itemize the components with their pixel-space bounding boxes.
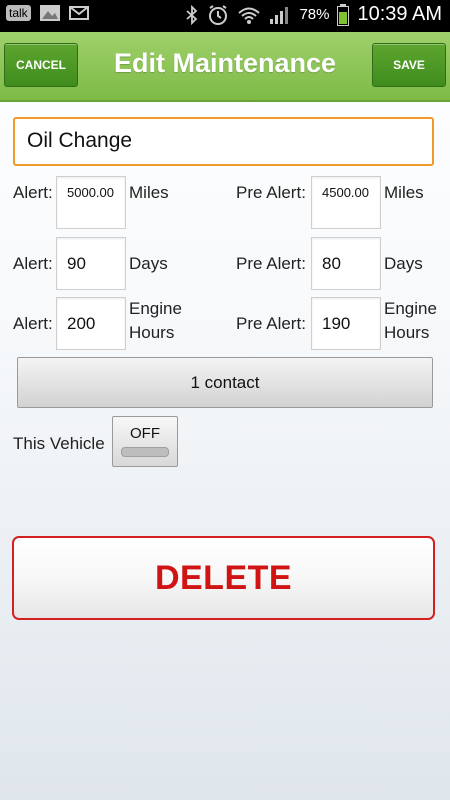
image-icon	[39, 5, 60, 21]
wifi-icon	[238, 7, 261, 24]
contacts-button[interactable]: 1 contact	[17, 357, 433, 408]
talk-icon: talk	[6, 5, 31, 21]
battery-icon	[337, 3, 350, 26]
pre-engine-hours-unit-line2: Hours	[384, 323, 430, 342]
alert-label-miles: Alert:	[13, 183, 53, 202]
alert-label-hours: Alert:	[13, 314, 53, 333]
pre-engine-hours-unit-label: Engine Hours	[384, 297, 437, 345]
alert-days-input[interactable]: 90	[56, 237, 126, 290]
miles-unit-label: Miles	[129, 183, 169, 202]
pre-alert-label-miles: Pre Alert:	[236, 183, 306, 202]
signal-icon	[270, 6, 289, 24]
cancel-button[interactable]: CANCEL	[4, 43, 78, 87]
alert-label-days: Alert:	[13, 254, 53, 273]
toggle-indicator	[121, 447, 169, 457]
alarm-icon	[209, 4, 228, 25]
pre-miles-unit-label: Miles	[384, 183, 424, 202]
delete-button[interactable]: DELETE	[12, 536, 435, 620]
pre-alert-miles-input[interactable]: 4500.00	[311, 176, 381, 229]
pre-alert-hours-input[interactable]: 190	[311, 297, 381, 350]
email-icon	[68, 6, 89, 20]
battery-percent: 78%	[299, 6, 330, 23]
pre-engine-hours-unit-line1: Engine	[384, 299, 437, 318]
days-unit-label: Days	[129, 254, 168, 273]
title-bar: CANCEL Edit Maintenance SAVE	[0, 32, 450, 102]
clock: 10:39 AM	[357, 3, 442, 25]
engine-hours-unit-line1: Engine	[129, 299, 182, 318]
status-bar: talk 78% 10:39 AM	[0, 0, 450, 32]
engine-hours-unit-line2: Hours	[129, 323, 175, 342]
pre-alert-days-input[interactable]: 80	[311, 237, 381, 290]
this-vehicle-toggle[interactable]: OFF	[112, 416, 178, 467]
page-title: Edit Maintenance	[113, 48, 337, 78]
alert-hours-input[interactable]: 200	[56, 297, 126, 350]
pre-days-unit-label: Days	[384, 254, 423, 273]
save-button[interactable]: SAVE	[372, 43, 446, 87]
this-vehicle-label: This Vehicle	[13, 434, 105, 453]
pre-alert-label-hours: Pre Alert:	[236, 314, 306, 333]
alert-miles-input[interactable]: 5000.00	[56, 176, 126, 229]
toggle-state-text: OFF	[130, 425, 160, 442]
engine-hours-unit-label: Engine Hours	[129, 297, 182, 345]
pre-alert-label-days: Pre Alert:	[236, 254, 306, 273]
maintenance-name-input[interactable]: Oil Change	[13, 117, 434, 166]
bluetooth-icon	[186, 4, 198, 25]
